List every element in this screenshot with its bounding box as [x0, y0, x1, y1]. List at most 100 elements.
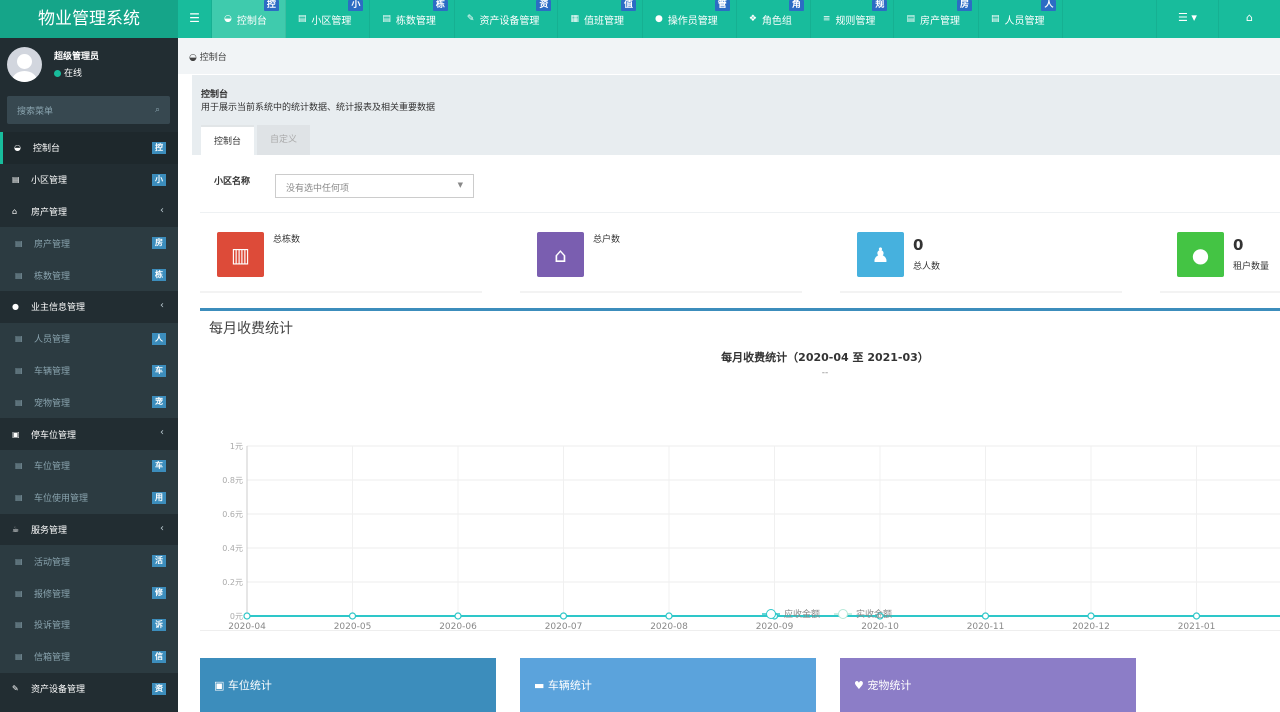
main-content: ◒ 控制台 控制台 用于展示当前系统中的统计数据、统计报表及相关重要数据 控制台… — [178, 38, 1280, 712]
sidebar-item-5[interactable]: ● 业主信息管理 ‹ — [0, 291, 178, 323]
tab-badge: 管 — [714, 0, 730, 11]
y-tick-label: 0.8元 — [222, 476, 243, 485]
table-icon: ▤ — [15, 397, 23, 407]
top-tab-6[interactable]: ❖ 角色组角 — [737, 0, 811, 38]
table-icon: ▤ — [12, 175, 20, 185]
y-tick-label: 0.6元 — [222, 510, 243, 519]
sidebar-item-8[interactable]: ▤ 宠物管理宠 — [0, 386, 178, 419]
sidebar-item-16[interactable]: ▤ 信箱管理信 — [0, 640, 178, 673]
data-point — [348, 612, 357, 620]
fee-line-chart: 0元 0.2元 0.4元 0.6元 0.8元 1元 2020-04 2020-05 2020-0… — [222, 442, 1280, 632]
sidebar-item-14[interactable]: ▤ 报修管理修 — [0, 577, 178, 609]
page-title: 控制台 — [201, 90, 229, 100]
sidebar-item-12[interactable]: ☕ 服务管理 ‹ — [0, 514, 178, 546]
tab-dashboard[interactable]: 控制台 — [201, 125, 255, 155]
menu-badge: 诉 — [152, 618, 166, 631]
top-tab-1[interactable]: ▤ 小区管理小 — [286, 0, 371, 38]
legend-item[interactable]: 应收金额 — [762, 608, 820, 620]
legend-item[interactable]: 实收金额 — [834, 608, 892, 620]
wrench-icon: ✎ — [466, 14, 475, 24]
tab-custom[interactable]: 自定义 — [257, 125, 311, 155]
top-tab-4[interactable]: ▦ 值班管理值 — [558, 0, 643, 38]
stat-label: 租户数量 — [1233, 262, 1270, 272]
table-icon: ▤ — [15, 620, 23, 630]
top-tab-7[interactable]: ≡ 规则管理规 — [811, 0, 895, 38]
y-tick-label: 1元 — [230, 442, 243, 451]
sidebar-item-9[interactable]: ▣ 停车位管理 ‹ — [0, 418, 178, 450]
x-tick-label: 2020-11 — [967, 622, 1005, 632]
community-select[interactable]: 没有选中任何项 ▼ — [275, 174, 474, 198]
x-tick-label: 2020-05 — [334, 622, 372, 632]
page-description: 用于展示当前系统中的统计数据、统计报表及相关重要数据 — [201, 103, 436, 113]
stat-card-2: ♟ 0 总人数 — [840, 230, 1122, 293]
menu-dropdown-button[interactable]: ☰ ▾ — [1156, 0, 1218, 38]
sidebar-item-3[interactable]: ▤ 房产管理房 — [0, 227, 178, 260]
bottom-cards: ▣ 车位统计 ▬ 车辆统计 ♥ 宠物统计 — [200, 658, 1280, 712]
x-tick-label: 2020-07 — [545, 622, 583, 632]
top-tab-8[interactable]: ▤ 房产管理房 — [894, 0, 979, 38]
sidebar-item-15[interactable]: ▤ 投诉管理诉 — [0, 608, 178, 641]
sidebar-item-1[interactable]: ▤ 小区管理小 — [0, 164, 178, 196]
film-icon: ▣ — [214, 679, 228, 692]
home-icon: ⌂ — [537, 232, 584, 277]
sidebar-item-10[interactable]: ▤ 车位管理车 — [0, 449, 178, 482]
menu-badge: 活 — [152, 555, 166, 568]
film-icon: ▣ — [12, 429, 20, 439]
sidebar-search-input[interactable]: 搜索菜单 ⌕ — [7, 96, 170, 124]
top-tab-2[interactable]: ▤ 栋数管理栋 — [370, 0, 455, 38]
building-icon: ▥ — [217, 232, 264, 277]
table-icon: ▤ — [297, 14, 307, 24]
data-point — [1087, 612, 1095, 620]
home-button[interactable]: ⌂ — [1218, 0, 1280, 38]
person-icon: ♟ — [857, 232, 904, 277]
data-point — [559, 612, 568, 620]
search-icon[interactable]: ⌕ — [155, 105, 160, 115]
tab-badge: 房 — [956, 0, 972, 11]
top-tab-9[interactable]: ▤ 人员管理人 — [979, 0, 1064, 38]
sidebar-item-4[interactable]: ▤ 栋数管理栋 — [0, 259, 178, 291]
top-tab-5[interactable]: ● 操作员管理管 — [643, 0, 737, 38]
stat-label: 总栋数 — [273, 235, 301, 245]
tab-badge: 小 — [348, 0, 364, 11]
calendar-icon: ▦ — [570, 14, 579, 24]
data-point — [1192, 612, 1201, 620]
legend-marker — [766, 609, 776, 619]
table-icon: ▤ — [15, 588, 23, 598]
fee-chart-panel: 每月收费统计 每月收费统计（2020-04 至 2021-03） -- 0元 0.… — [200, 308, 1280, 632]
table-icon: ▤ — [15, 461, 23, 471]
tab-badge: 控 — [263, 0, 279, 11]
stat-value: 0 — [1233, 236, 1244, 254]
x-tick-label: 2020-12 — [1072, 622, 1110, 632]
user-panel: 超级管理员 在线 — [0, 38, 178, 90]
sidebar-item-2[interactable]: ⌂ 房产管理 ‹ — [0, 196, 178, 228]
dashboard-icon: ◒ — [224, 14, 232, 24]
top-tab-3[interactable]: ✎ 资产设备管理资 — [455, 0, 559, 38]
menu-badge: 人 — [152, 332, 166, 345]
sidebar-item-17[interactable]: ✎ 资产设备管理资 — [0, 673, 178, 705]
x-tick-label: 2021-01 — [1178, 622, 1216, 632]
user-icon: ● — [1177, 232, 1224, 277]
table-icon: ▤ — [15, 556, 23, 566]
tab-badge: 角 — [788, 0, 804, 11]
legend-label: 实收金额 — [856, 608, 892, 620]
top-tab-0[interactable]: ◒ 控制台控 — [212, 0, 286, 38]
dashboard-icon: ◒ — [189, 53, 200, 63]
sidebar-item-7[interactable]: ▤ 车辆管理车 — [0, 354, 178, 387]
sidebar-item-13[interactable]: ▤ 活动管理活 — [0, 545, 178, 578]
table-icon: ▤ — [990, 14, 1000, 24]
sidebar-item-6[interactable]: ▤ 人员管理人 — [0, 322, 178, 355]
bottom-card-2[interactable]: ♥ 宠物统计 — [840, 658, 1136, 712]
menu-badge: 车 — [152, 459, 166, 472]
x-tick-label: 2020-08 — [650, 622, 688, 632]
sidebar-item-0[interactable]: ◒ 控制台控 — [0, 132, 178, 164]
community-filter-label: 小区名称 — [214, 177, 251, 187]
wrench-icon: ✎ — [12, 683, 19, 693]
sidebar-toggle-button[interactable]: ☰ — [178, 0, 212, 38]
divider — [200, 212, 1280, 213]
app-logo[interactable]: 物业管理系统 — [0, 0, 178, 38]
bottom-card-0[interactable]: ▣ 车位统计 — [200, 658, 496, 712]
top-tabs: ◒ 控制台控 ▤ 小区管理小 ▤ 栋数管理栋 ✎ 资产设备管理资 ▦ 值班管理值 ● 操作员管理管 ❖ 角… — [212, 0, 1064, 38]
bottom-card-1[interactable]: ▬ 车辆统计 — [520, 658, 816, 712]
sidebar-item-11[interactable]: ▤ 车位使用管理用 — [0, 481, 178, 514]
data-point — [454, 612, 462, 620]
